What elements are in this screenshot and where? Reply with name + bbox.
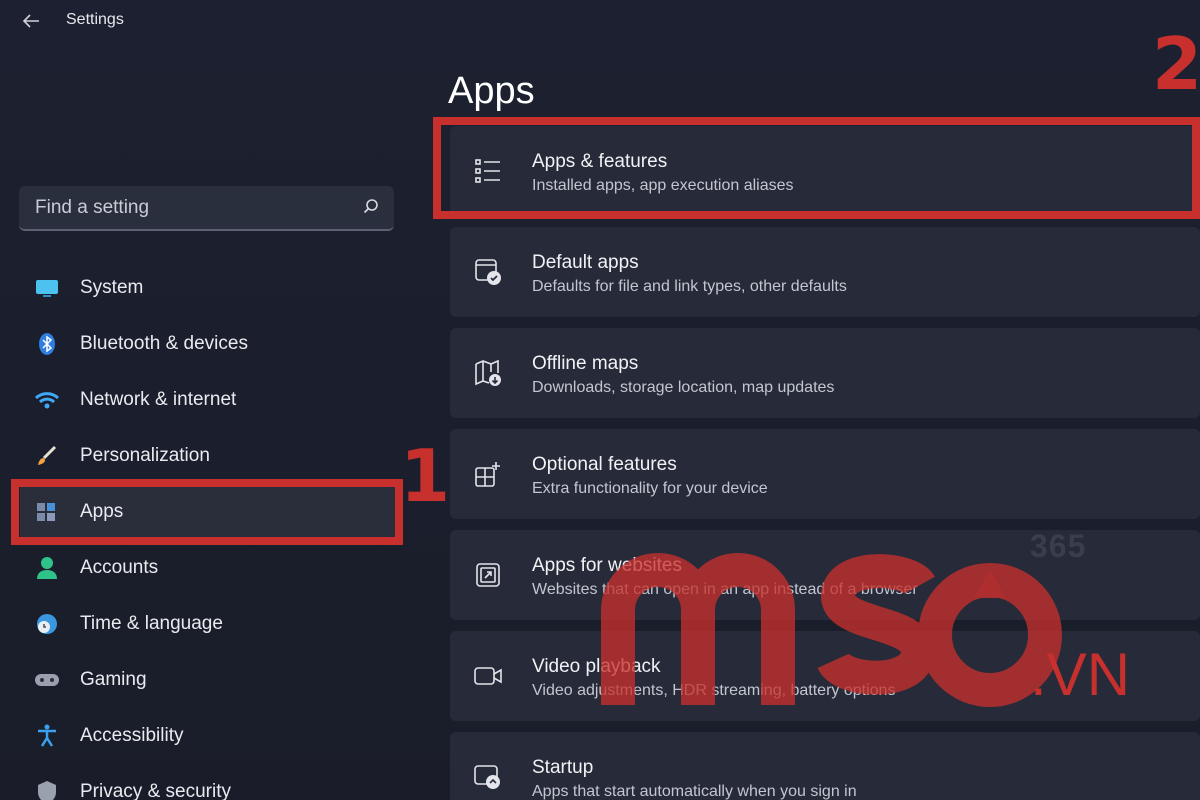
sidebar-item-network[interactable]: Network & internet (20, 372, 400, 428)
sidebar-item-label: Bluetooth & devices (80, 333, 248, 354)
sidebar-item-label: Gaming (80, 669, 147, 690)
sidebar-item-accounts[interactable]: Accounts (20, 540, 400, 596)
default-apps-icon (472, 256, 504, 288)
sidebar-item-label: Network & internet (80, 389, 237, 410)
card-startup[interactable]: Startup Apps that start automatically wh… (450, 732, 1200, 800)
sidebar-item-system[interactable]: System (20, 260, 400, 316)
monitor-icon (34, 275, 60, 301)
search-icon[interactable] (362, 198, 380, 216)
card-title: Video playback (532, 656, 661, 677)
wifi-icon (34, 387, 60, 413)
gamepad-icon (34, 667, 60, 693)
card-offline-maps[interactable]: Offline maps Downloads, storage location… (450, 328, 1200, 418)
back-button[interactable] (14, 6, 48, 36)
search-box[interactable] (19, 186, 394, 231)
card-subtitle: Video adjustments, HDR streaming, batter… (532, 682, 896, 699)
apps-icon (34, 499, 60, 525)
settings-window: Settings System Bluetooth & devices Net (0, 0, 1200, 800)
globe-clock-icon (34, 611, 60, 637)
card-subtitle: Websites that can open in an app instead… (532, 581, 918, 598)
card-optional-features[interactable]: Optional features Extra functionality fo… (450, 429, 1200, 519)
card-subtitle: Downloads, storage location, map updates (532, 379, 835, 396)
card-default-apps[interactable]: Default apps Defaults for file and link … (450, 227, 1200, 317)
sidebar-item-accessibility[interactable]: Accessibility (20, 708, 400, 764)
grid-add-icon (472, 458, 504, 490)
sidebar-item-label: Time & language (80, 613, 223, 634)
card-title: Default apps (532, 252, 639, 273)
card-title: Apps & features (532, 151, 668, 172)
video-camera-icon (472, 660, 504, 692)
sidebar-item-gaming[interactable]: Gaming (20, 652, 400, 708)
sidebar-item-bluetooth[interactable]: Bluetooth & devices (20, 316, 400, 372)
open-in-app-icon (472, 559, 504, 591)
sidebar-item-apps[interactable]: Apps (20, 484, 400, 540)
shield-icon (34, 779, 60, 800)
back-arrow-icon (22, 14, 39, 28)
step-number-2: 2 (1152, 22, 1200, 106)
card-subtitle: Apps that start automatically when you s… (532, 783, 857, 800)
sidebar-item-label: Accounts (80, 557, 159, 578)
sidebar-nav: System Bluetooth & devices Network & int… (20, 260, 400, 800)
brush-icon (34, 443, 60, 469)
search-input[interactable] (19, 186, 349, 229)
card-title: Apps for websites (532, 555, 682, 576)
card-subtitle: Defaults for file and link types, other … (532, 278, 847, 295)
sidebar-item-label: Privacy & security (80, 781, 231, 800)
sidebar-item-personalization[interactable]: Personalization (20, 428, 400, 484)
bluetooth-icon (34, 331, 60, 357)
person-icon (34, 555, 60, 581)
sidebar-item-label: System (80, 277, 144, 298)
card-apps-features[interactable]: Apps & features Installed apps, app exec… (450, 126, 1200, 216)
list-icon (472, 155, 504, 187)
page-title: Apps (448, 70, 535, 112)
accessibility-icon (34, 723, 60, 749)
card-title: Offline maps (532, 353, 639, 374)
sidebar-item-label: Personalization (80, 445, 210, 466)
card-title: Optional features (532, 454, 677, 475)
watermark-number: 365 (1030, 528, 1087, 564)
sidebar-item-label: Accessibility (80, 725, 184, 746)
card-apps-for-websites[interactable]: Apps for websites Websites that can open… (450, 530, 1200, 620)
sidebar-item-label: Apps (80, 501, 124, 522)
card-title: Startup (532, 757, 594, 778)
card-subtitle: Extra functionality for your device (532, 480, 768, 497)
map-download-icon (472, 357, 504, 389)
title-bar: Settings (0, 0, 1200, 44)
window-title: Settings (66, 11, 124, 28)
startup-icon (472, 761, 504, 793)
sidebar-item-privacy[interactable]: Privacy & security (20, 764, 400, 800)
watermark-suffix: .VN (1030, 641, 1131, 708)
card-subtitle: Installed apps, app execution aliases (532, 177, 794, 194)
step-number-1: 1 (400, 434, 451, 518)
sidebar-item-time-language[interactable]: Time & language (20, 596, 400, 652)
